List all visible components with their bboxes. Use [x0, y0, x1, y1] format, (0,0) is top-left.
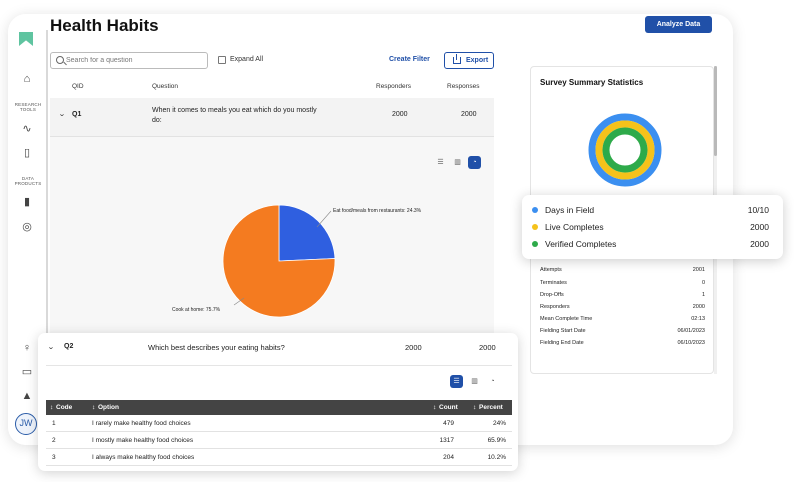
legend-dot-verified — [532, 241, 538, 247]
legend-value-days: 10/10 — [747, 205, 769, 215]
pie-leader-line — [316, 210, 332, 228]
q2-divider — [46, 365, 512, 366]
stat-value: 2000 — [692, 304, 705, 310]
chevron-down-icon[interactable]: ⌄ — [47, 343, 55, 351]
pie-view-icon[interactable]: ◔ — [486, 375, 499, 388]
q2-results-table: ↕ Code ↕ Option ↕ Count ↕ Percent 1 I ra… — [46, 400, 512, 466]
q2-responses: 2000 — [479, 343, 496, 352]
cell-code: 3 — [52, 454, 56, 461]
cell-code: 1 — [52, 420, 56, 427]
legend-dot-live — [532, 224, 538, 230]
stat-label: Terminates — [540, 280, 567, 286]
stat-value: 1 — [701, 292, 705, 298]
stat-label: Fielding Start Date — [540, 328, 586, 334]
stat-label: Responders — [540, 304, 570, 310]
sort-icon[interactable]: ↕ — [92, 404, 95, 411]
cell-percent: 24% — [492, 420, 506, 427]
table-row: 3 I always make healthy food choices 204… — [46, 449, 512, 466]
scrollbar-thumb[interactable] — [714, 66, 717, 156]
cell-option: I mostly make healthy food choices — [92, 437, 194, 444]
cell-code: 2 — [52, 437, 56, 444]
cell-count: 479 — [443, 420, 454, 427]
header-count[interactable]: Count — [439, 404, 458, 411]
cell-option: I rarely make healthy food choices — [92, 420, 191, 427]
stat-value: 02:13 — [691, 316, 705, 322]
legend-dot-days — [532, 207, 538, 213]
legend-label-days: Days in Field — [545, 205, 595, 215]
pie-label-restaurants: Eat food/meals from restaurants: 24.3% — [333, 208, 422, 214]
pie-slice-restaurants — [278, 204, 336, 262]
pie-label-cook-at-home: Cook at home: 75.7% — [172, 307, 221, 313]
table-row: 2 I mostly make healthy food choices 131… — [46, 432, 512, 449]
table-header: ↕ Code ↕ Option ↕ Count ↕ Percent — [46, 400, 512, 415]
list-view-icon[interactable]: ☰ — [450, 375, 463, 388]
legend-label-verified: Verified Completes — [545, 239, 617, 249]
cell-percent: 65.9% — [487, 437, 506, 444]
stat-value: 0 — [701, 280, 705, 286]
header-code[interactable]: Code — [56, 404, 72, 411]
legend-value-live: 2000 — [750, 222, 769, 232]
sort-icon[interactable]: ↕ — [473, 404, 476, 411]
q2-id: Q2 — [64, 343, 74, 350]
stat-value: 06/10/2023 — [677, 340, 705, 346]
sort-icon[interactable]: ↕ — [433, 404, 436, 411]
stat-label: Drop-Offs — [540, 292, 564, 298]
verified-completes-ring — [602, 127, 648, 173]
stat-label: Mean Complete Time — [540, 316, 593, 322]
legend-label-live: Live Completes — [545, 222, 604, 232]
legend-value-verified: 2000 — [750, 239, 769, 249]
bar-view-icon[interactable]: ▥ — [468, 375, 481, 388]
cell-percent: 10.2% — [487, 454, 506, 461]
stat-label: Fielding End Date — [540, 340, 584, 346]
summary-title: Survey Summary Statistics — [540, 78, 644, 87]
summary-rings-chart — [588, 113, 662, 187]
header-percent[interactable]: Percent — [479, 404, 503, 411]
table-row: 1 I rarely make healthy food choices 479… — [46, 415, 512, 432]
sort-icon[interactable]: ↕ — [50, 404, 53, 411]
q2-question-text: Which best describes your eating habits? — [148, 343, 285, 352]
cell-count: 1317 — [439, 437, 454, 444]
cell-count: 204 — [443, 454, 454, 461]
stat-value: 06/01/2023 — [677, 328, 705, 334]
cell-option: I always make healthy food choices — [92, 454, 195, 461]
stat-label: Attempts — [540, 267, 562, 273]
stat-value: 2001 — [692, 267, 705, 273]
q2-responders: 2000 — [405, 343, 422, 352]
header-option[interactable]: Option — [98, 404, 119, 411]
